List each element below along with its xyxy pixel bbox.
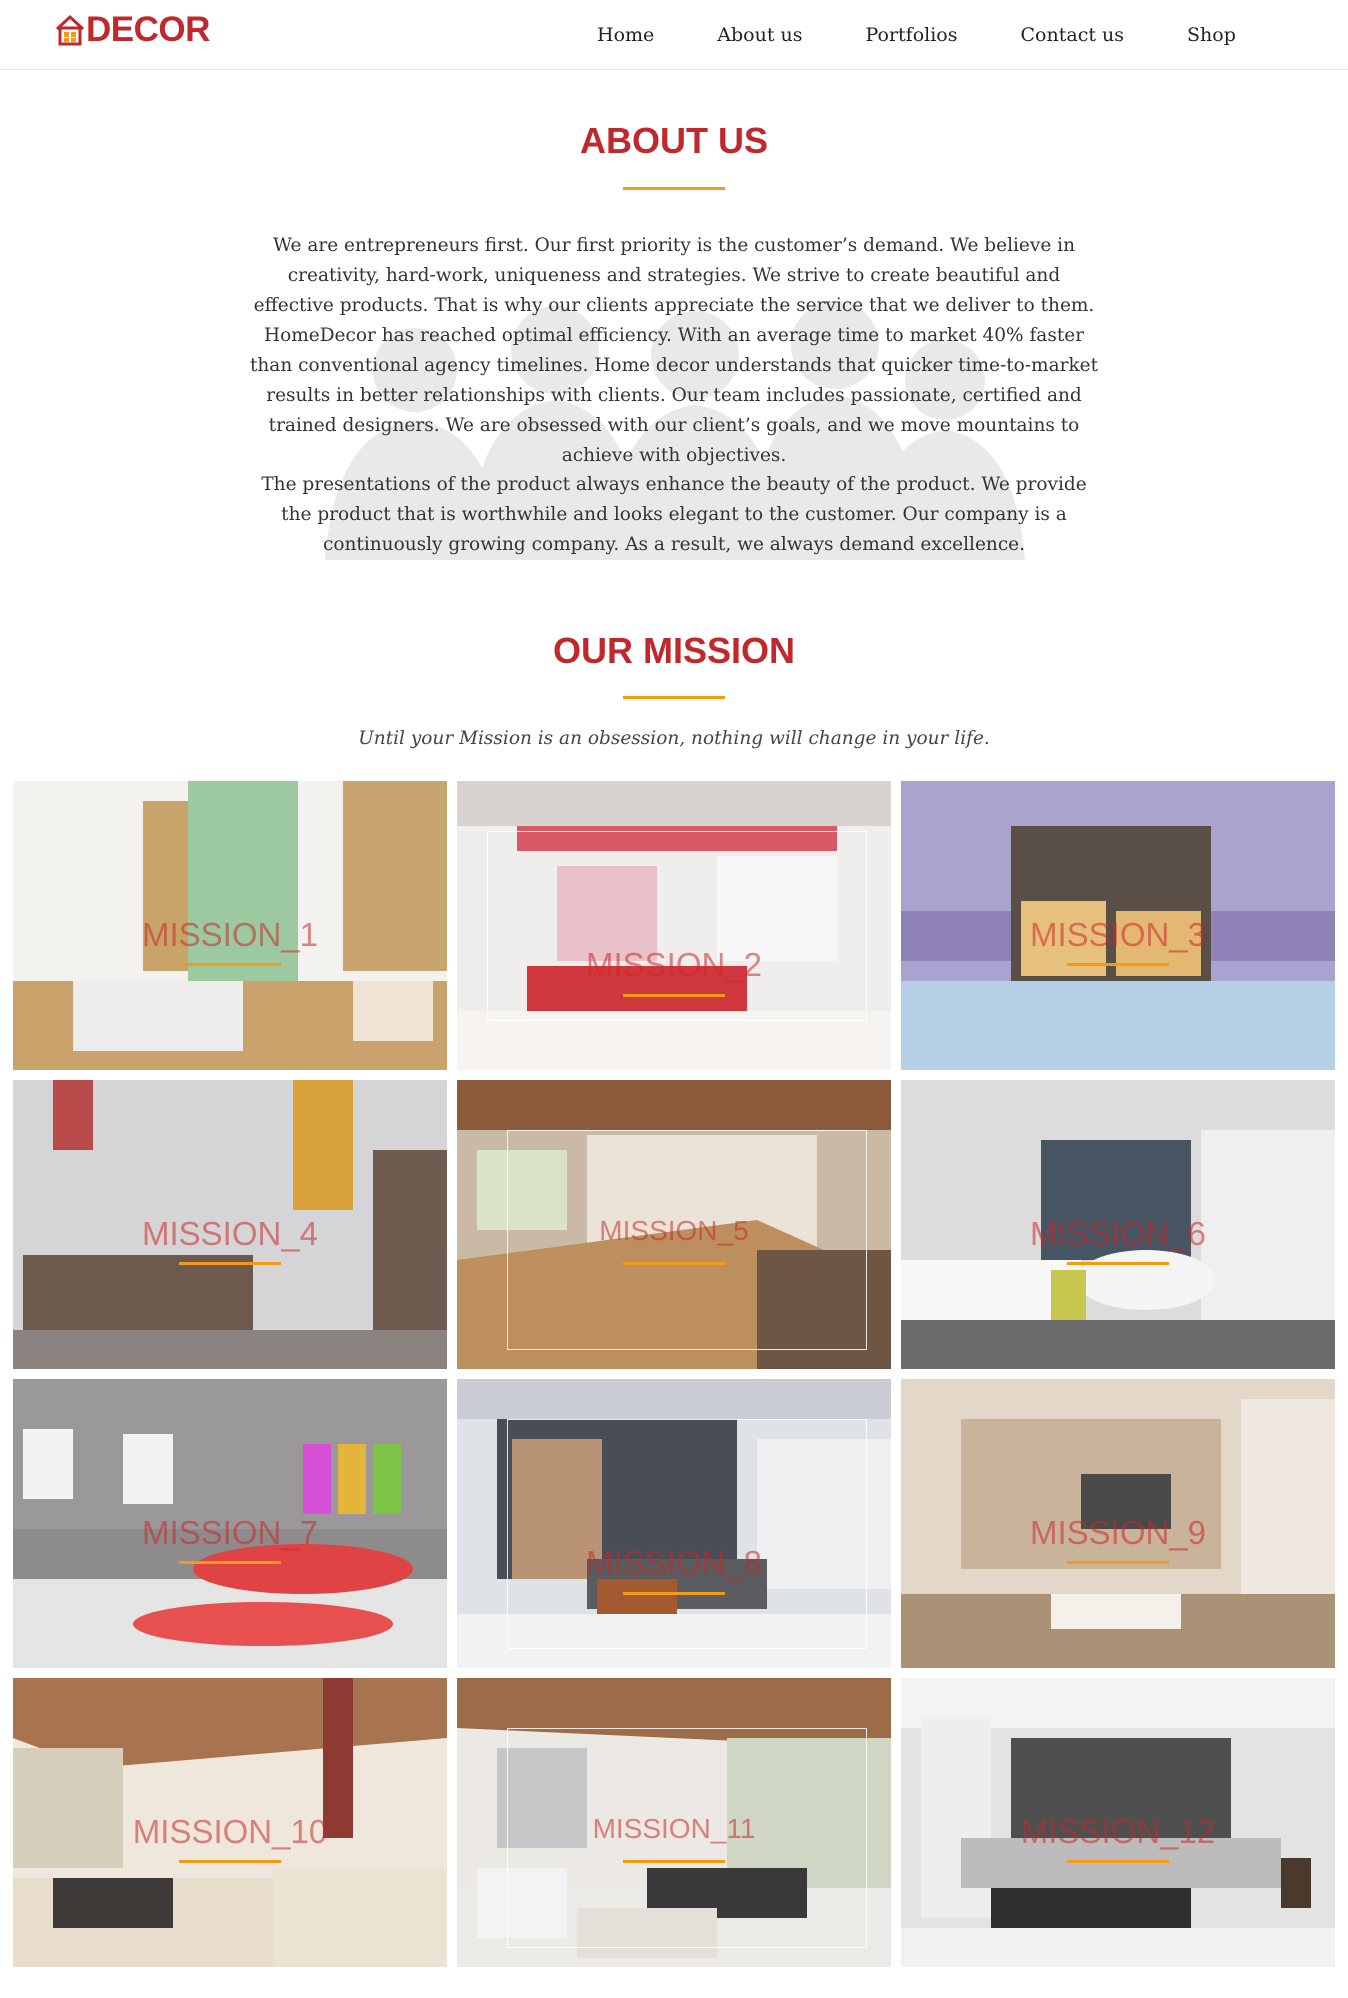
- about-divider: [623, 187, 725, 190]
- mission-tile-2[interactable]: MISSION_2: [457, 781, 891, 1070]
- mission-tile-underline: [1067, 1561, 1169, 1564]
- mission-tile-4[interactable]: MISSION_4: [13, 1080, 447, 1369]
- mission-tile-3[interactable]: MISSION_3: [901, 781, 1335, 1070]
- mission-tile-1[interactable]: MISSION_1: [13, 781, 447, 1070]
- mission-tile-label: MISSION_10: [132, 1813, 328, 1850]
- mission-tile-underline: [1067, 963, 1169, 966]
- mission-tile-12[interactable]: MISSION_12: [901, 1678, 1335, 1967]
- about-title: ABOUT US: [580, 120, 768, 161]
- mission-tile-label: MISSION_2: [585, 946, 763, 983]
- main-nav: Home About us Portfolios Contact us Shop: [597, 0, 1236, 70]
- tile-frame: [507, 1419, 867, 1649]
- mission-tile-9[interactable]: MISSION_9: [901, 1379, 1335, 1668]
- mission-tile-11[interactable]: MISSION_11: [457, 1678, 891, 1967]
- nav-shop[interactable]: Shop: [1187, 24, 1236, 46]
- mission-tile-underline: [179, 1860, 281, 1863]
- mission-tile-underline: [623, 1262, 725, 1265]
- mission-tile-7[interactable]: MISSION_7: [13, 1379, 447, 1668]
- mission-tile-label: MISSION_9: [1029, 1514, 1207, 1551]
- mission-subtitle: Until your Mission is an obsession, noth…: [358, 728, 990, 749]
- mission-tile-underline: [623, 1592, 725, 1595]
- house-icon: [55, 14, 85, 46]
- tile-frame: [487, 831, 867, 1021]
- mission-tile-underline: [1067, 1860, 1169, 1863]
- mission-tile-label: MISSION_4: [141, 1215, 319, 1252]
- site-header: DECOR Home About us Portfolios Contact u…: [0, 0, 1348, 70]
- logo[interactable]: DECOR: [55, 10, 210, 50]
- mission-tile-label: MISSION_5: [599, 1215, 749, 1246]
- about-paragraph-1: We are entrepreneurs first. Our first pr…: [249, 235, 1099, 466]
- mission-tile-10[interactable]: MISSION_10: [13, 1678, 447, 1967]
- mission-tile-underline: [179, 1262, 281, 1265]
- nav-home[interactable]: Home: [597, 24, 654, 46]
- mission-tile-label: MISSION_8: [585, 1544, 763, 1581]
- nav-portfolios[interactable]: Portfolios: [866, 24, 958, 46]
- mission-tile-label: MISSION_12: [1020, 1813, 1216, 1850]
- mission-tile-5[interactable]: MISSION_5: [457, 1080, 891, 1369]
- mission-title: OUR MISSION: [552, 630, 795, 671]
- mission-divider: [623, 696, 725, 699]
- mission-tile-underline: [179, 963, 281, 966]
- mission-tile-underline: [623, 1860, 725, 1863]
- mission-tile-underline: [623, 994, 725, 997]
- mission-tile-label: MISSION_1: [141, 916, 319, 953]
- mission-tile-label: MISSION_7: [141, 1514, 319, 1551]
- mission-tile-underline: [1067, 1262, 1169, 1265]
- mission-tile-8[interactable]: MISSION_8: [457, 1379, 891, 1668]
- nav-about-us[interactable]: About us: [717, 24, 802, 46]
- logo-text: DECOR: [86, 10, 210, 49]
- about-paragraph-2: The presentations of the product always …: [261, 474, 1087, 555]
- mission-tile-label: MISSION_6: [1029, 1215, 1207, 1252]
- mission-tile-6[interactable]: MISSION_6: [901, 1080, 1335, 1369]
- nav-contact-us[interactable]: Contact us: [1021, 24, 1124, 46]
- mission-tile-label: MISSION_3: [1029, 916, 1207, 953]
- mission-tile-label: MISSION_11: [592, 1813, 756, 1844]
- mission-tile-underline: [179, 1561, 281, 1564]
